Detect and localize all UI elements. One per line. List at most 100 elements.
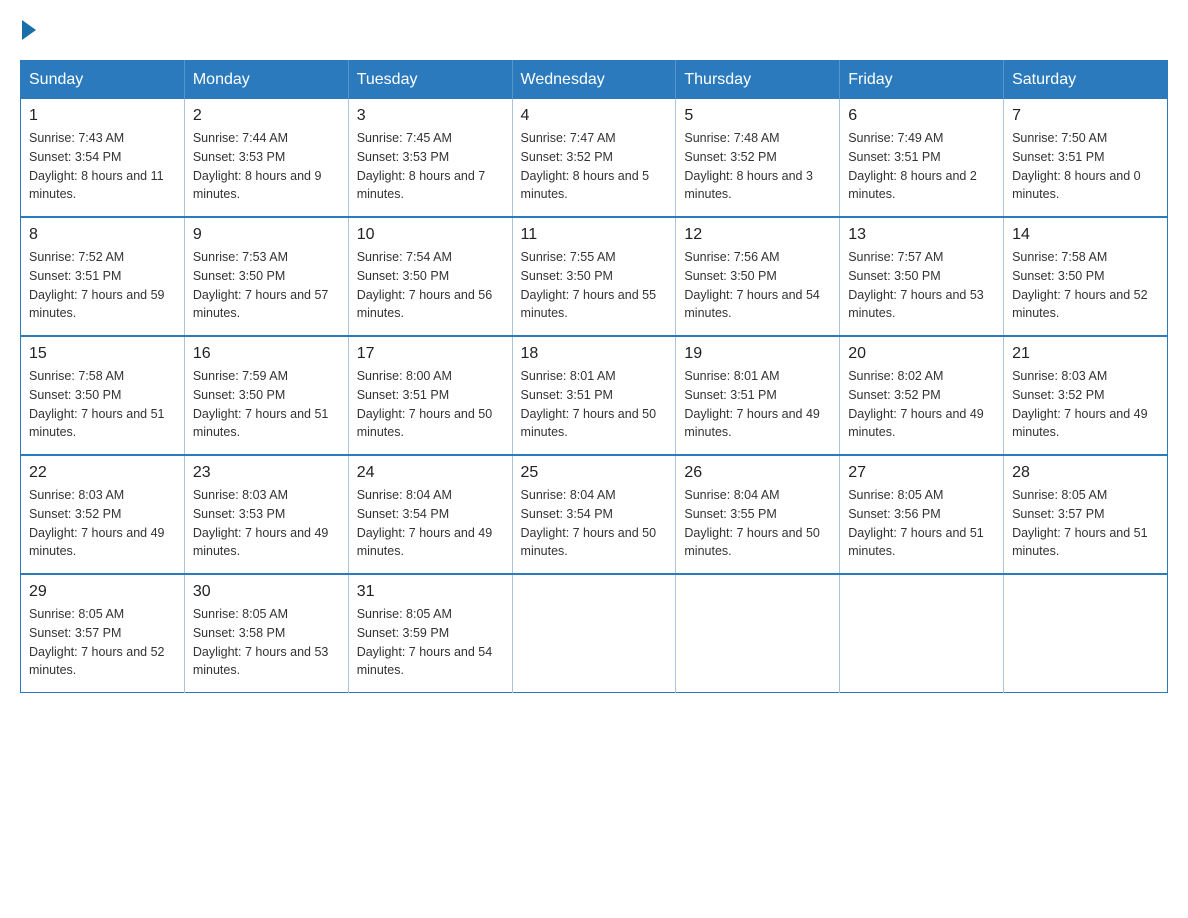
- day-info: Sunrise: 7:53 AM Sunset: 3:50 PM Dayligh…: [193, 248, 340, 323]
- day-number: 25: [521, 464, 668, 482]
- day-info: Sunrise: 7:55 AM Sunset: 3:50 PM Dayligh…: [521, 248, 668, 323]
- day-number: 27: [848, 464, 995, 482]
- day-number: 11: [521, 226, 668, 244]
- calendar-cell: 6 Sunrise: 7:49 AM Sunset: 3:51 PM Dayli…: [840, 99, 1004, 217]
- calendar-cell: 14 Sunrise: 7:58 AM Sunset: 3:50 PM Dayl…: [1004, 217, 1168, 336]
- day-number: 8: [29, 226, 176, 244]
- header-monday: Monday: [184, 61, 348, 100]
- day-info: Sunrise: 7:47 AM Sunset: 3:52 PM Dayligh…: [521, 129, 668, 204]
- calendar-cell: 27 Sunrise: 8:05 AM Sunset: 3:56 PM Dayl…: [840, 455, 1004, 574]
- calendar-cell: 2 Sunrise: 7:44 AM Sunset: 3:53 PM Dayli…: [184, 99, 348, 217]
- day-info: Sunrise: 7:44 AM Sunset: 3:53 PM Dayligh…: [193, 129, 340, 204]
- calendar-cell: [676, 574, 840, 693]
- day-info: Sunrise: 8:04 AM Sunset: 3:55 PM Dayligh…: [684, 486, 831, 561]
- day-number: 4: [521, 107, 668, 125]
- calendar-cell: 15 Sunrise: 7:58 AM Sunset: 3:50 PM Dayl…: [21, 336, 185, 455]
- day-info: Sunrise: 8:01 AM Sunset: 3:51 PM Dayligh…: [521, 367, 668, 442]
- day-info: Sunrise: 7:58 AM Sunset: 3:50 PM Dayligh…: [1012, 248, 1159, 323]
- day-info: Sunrise: 7:59 AM Sunset: 3:50 PM Dayligh…: [193, 367, 340, 442]
- day-number: 10: [357, 226, 504, 244]
- calendar-cell: 19 Sunrise: 8:01 AM Sunset: 3:51 PM Dayl…: [676, 336, 840, 455]
- header-tuesday: Tuesday: [348, 61, 512, 100]
- day-number: 15: [29, 345, 176, 363]
- day-info: Sunrise: 7:54 AM Sunset: 3:50 PM Dayligh…: [357, 248, 504, 323]
- day-number: 2: [193, 107, 340, 125]
- logo-arrow-icon: [22, 20, 36, 40]
- day-info: Sunrise: 8:05 AM Sunset: 3:57 PM Dayligh…: [29, 605, 176, 680]
- calendar-cell: 26 Sunrise: 8:04 AM Sunset: 3:55 PM Dayl…: [676, 455, 840, 574]
- calendar-cell: 17 Sunrise: 8:00 AM Sunset: 3:51 PM Dayl…: [348, 336, 512, 455]
- header-thursday: Thursday: [676, 61, 840, 100]
- day-number: 6: [848, 107, 995, 125]
- day-info: Sunrise: 8:03 AM Sunset: 3:53 PM Dayligh…: [193, 486, 340, 561]
- header-saturday: Saturday: [1004, 61, 1168, 100]
- calendar-cell: 24 Sunrise: 8:04 AM Sunset: 3:54 PM Dayl…: [348, 455, 512, 574]
- calendar-cell: [1004, 574, 1168, 693]
- calendar-cell: [840, 574, 1004, 693]
- calendar-cell: 3 Sunrise: 7:45 AM Sunset: 3:53 PM Dayli…: [348, 99, 512, 217]
- day-info: Sunrise: 8:03 AM Sunset: 3:52 PM Dayligh…: [1012, 367, 1159, 442]
- day-info: Sunrise: 8:01 AM Sunset: 3:51 PM Dayligh…: [684, 367, 831, 442]
- week-row-3: 15 Sunrise: 7:58 AM Sunset: 3:50 PM Dayl…: [21, 336, 1168, 455]
- calendar-table: SundayMondayTuesdayWednesdayThursdayFrid…: [20, 60, 1168, 693]
- day-info: Sunrise: 8:05 AM Sunset: 3:56 PM Dayligh…: [848, 486, 995, 561]
- day-info: Sunrise: 8:05 AM Sunset: 3:58 PM Dayligh…: [193, 605, 340, 680]
- week-row-2: 8 Sunrise: 7:52 AM Sunset: 3:51 PM Dayli…: [21, 217, 1168, 336]
- day-number: 26: [684, 464, 831, 482]
- calendar-cell: 20 Sunrise: 8:02 AM Sunset: 3:52 PM Dayl…: [840, 336, 1004, 455]
- day-info: Sunrise: 8:02 AM Sunset: 3:52 PM Dayligh…: [848, 367, 995, 442]
- day-info: Sunrise: 8:04 AM Sunset: 3:54 PM Dayligh…: [521, 486, 668, 561]
- day-number: 28: [1012, 464, 1159, 482]
- header-wednesday: Wednesday: [512, 61, 676, 100]
- calendar-cell: 16 Sunrise: 7:59 AM Sunset: 3:50 PM Dayl…: [184, 336, 348, 455]
- day-number: 18: [521, 345, 668, 363]
- calendar-cell: 1 Sunrise: 7:43 AM Sunset: 3:54 PM Dayli…: [21, 99, 185, 217]
- calendar-cell: 10 Sunrise: 7:54 AM Sunset: 3:50 PM Dayl…: [348, 217, 512, 336]
- day-info: Sunrise: 7:58 AM Sunset: 3:50 PM Dayligh…: [29, 367, 176, 442]
- day-number: 5: [684, 107, 831, 125]
- calendar-cell: 31 Sunrise: 8:05 AM Sunset: 3:59 PM Dayl…: [348, 574, 512, 693]
- day-number: 16: [193, 345, 340, 363]
- header-sunday: Sunday: [21, 61, 185, 100]
- day-info: Sunrise: 7:57 AM Sunset: 3:50 PM Dayligh…: [848, 248, 995, 323]
- calendar-cell: 5 Sunrise: 7:48 AM Sunset: 3:52 PM Dayli…: [676, 99, 840, 217]
- day-info: Sunrise: 7:48 AM Sunset: 3:52 PM Dayligh…: [684, 129, 831, 204]
- day-number: 24: [357, 464, 504, 482]
- day-number: 21: [1012, 345, 1159, 363]
- calendar-cell: [512, 574, 676, 693]
- day-info: Sunrise: 8:05 AM Sunset: 3:59 PM Dayligh…: [357, 605, 504, 680]
- day-info: Sunrise: 8:00 AM Sunset: 3:51 PM Dayligh…: [357, 367, 504, 442]
- day-number: 9: [193, 226, 340, 244]
- calendar-cell: 25 Sunrise: 8:04 AM Sunset: 3:54 PM Dayl…: [512, 455, 676, 574]
- calendar-cell: 28 Sunrise: 8:05 AM Sunset: 3:57 PM Dayl…: [1004, 455, 1168, 574]
- day-number: 22: [29, 464, 176, 482]
- calendar-cell: 22 Sunrise: 8:03 AM Sunset: 3:52 PM Dayl…: [21, 455, 185, 574]
- day-info: Sunrise: 8:05 AM Sunset: 3:57 PM Dayligh…: [1012, 486, 1159, 561]
- day-number: 12: [684, 226, 831, 244]
- day-info: Sunrise: 7:43 AM Sunset: 3:54 PM Dayligh…: [29, 129, 176, 204]
- calendar-cell: 8 Sunrise: 7:52 AM Sunset: 3:51 PM Dayli…: [21, 217, 185, 336]
- day-number: 13: [848, 226, 995, 244]
- day-number: 20: [848, 345, 995, 363]
- day-info: Sunrise: 7:56 AM Sunset: 3:50 PM Dayligh…: [684, 248, 831, 323]
- calendar-cell: 23 Sunrise: 8:03 AM Sunset: 3:53 PM Dayl…: [184, 455, 348, 574]
- day-number: 14: [1012, 226, 1159, 244]
- calendar-cell: 9 Sunrise: 7:53 AM Sunset: 3:50 PM Dayli…: [184, 217, 348, 336]
- day-number: 31: [357, 583, 504, 601]
- calendar-cell: 4 Sunrise: 7:47 AM Sunset: 3:52 PM Dayli…: [512, 99, 676, 217]
- day-number: 23: [193, 464, 340, 482]
- day-info: Sunrise: 7:49 AM Sunset: 3:51 PM Dayligh…: [848, 129, 995, 204]
- calendar-cell: 29 Sunrise: 8:05 AM Sunset: 3:57 PM Dayl…: [21, 574, 185, 693]
- day-number: 17: [357, 345, 504, 363]
- day-number: 19: [684, 345, 831, 363]
- calendar-cell: 21 Sunrise: 8:03 AM Sunset: 3:52 PM Dayl…: [1004, 336, 1168, 455]
- calendar-cell: 13 Sunrise: 7:57 AM Sunset: 3:50 PM Dayl…: [840, 217, 1004, 336]
- calendar-cell: 7 Sunrise: 7:50 AM Sunset: 3:51 PM Dayli…: [1004, 99, 1168, 217]
- calendar-cell: 11 Sunrise: 7:55 AM Sunset: 3:50 PM Dayl…: [512, 217, 676, 336]
- day-number: 3: [357, 107, 504, 125]
- calendar-cell: 18 Sunrise: 8:01 AM Sunset: 3:51 PM Dayl…: [512, 336, 676, 455]
- day-info: Sunrise: 7:45 AM Sunset: 3:53 PM Dayligh…: [357, 129, 504, 204]
- day-number: 30: [193, 583, 340, 601]
- day-info: Sunrise: 8:04 AM Sunset: 3:54 PM Dayligh…: [357, 486, 504, 561]
- calendar-cell: 30 Sunrise: 8:05 AM Sunset: 3:58 PM Dayl…: [184, 574, 348, 693]
